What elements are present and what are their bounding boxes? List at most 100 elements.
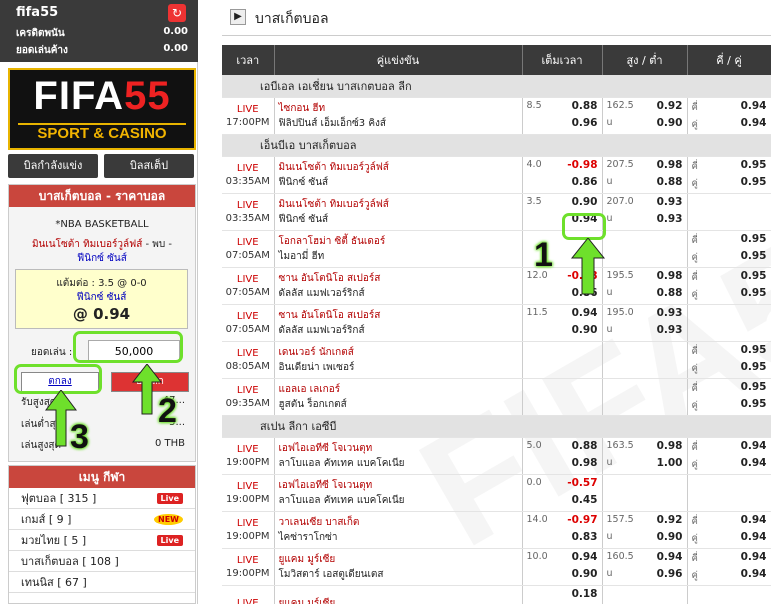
- odds-even[interactable]: 0.94: [741, 568, 767, 580]
- odds-home[interactable]: 0.94: [572, 551, 598, 563]
- ou-line: 195.5: [606, 269, 634, 281]
- teams-cell: มินเนโซต้า ทิมเบอร์วูล์ฟส์ ฟีนิกซ์ ซันส์: [274, 156, 523, 194]
- odds-away[interactable]: 0.90: [572, 324, 598, 336]
- sport-menu-item[interactable]: มวยไทย [ 5 ] Live: [9, 530, 195, 551]
- fulltime-cell: 8.5 0.88 0.96: [522, 97, 603, 135]
- odds-even[interactable]: 0.94: [741, 117, 767, 129]
- odds-over[interactable]: 0.93: [657, 196, 683, 208]
- odds-odd[interactable]: 0.95: [741, 381, 767, 393]
- odds-under[interactable]: 0.88: [657, 287, 683, 299]
- away-team: ฮูสตัน ร็อกเกตส์: [278, 398, 347, 410]
- sport-menu-item[interactable]: เกมส์ [ 9 ] NEW: [9, 509, 195, 530]
- odd-even-cell: คี่ คู่ 0.95 0.95: [687, 378, 771, 416]
- sport-menu-item[interactable]: เทนนิส [ 67 ]: [9, 572, 195, 593]
- even-label: คู่: [691, 532, 698, 544]
- over-under-cell: [602, 585, 688, 604]
- running-bets-button[interactable]: บิลกำลังแข่ง: [8, 154, 98, 178]
- odds-over[interactable]: 0.94: [657, 551, 683, 563]
- sport-menu-item-label: ฟุตบอล [ 315 ]: [21, 492, 97, 505]
- odds-odd[interactable]: 0.95: [741, 233, 767, 245]
- sport-menu-item[interactable]: ฟุตบอล [ 315 ] Live: [9, 488, 195, 509]
- over-under-cell: 162.5 u 0.92 0.90: [602, 97, 688, 135]
- odds-home[interactable]: 0.90: [572, 196, 598, 208]
- live-badge: Live: [156, 535, 183, 546]
- over-under-cell: 195.0 u 0.93 0.93: [602, 304, 688, 342]
- odds-home[interactable]: 0.94: [572, 307, 598, 319]
- odds-away[interactable]: 0.86: [572, 176, 598, 188]
- over-under-cell: 207.0 u 0.93 0.93: [602, 193, 688, 231]
- time-cell: LIVE 07:05AM: [222, 267, 275, 305]
- page-header: ▶ บาสเก็ตบอล: [222, 0, 771, 36]
- logo-sub-text: SPORT & CASINO: [18, 123, 186, 143]
- odds-even[interactable]: 0.95: [741, 250, 767, 262]
- odds-under[interactable]: 1.00: [657, 457, 683, 469]
- even-label: คู่: [691, 458, 698, 470]
- odds-even[interactable]: 0.95: [741, 361, 767, 373]
- odds-home[interactable]: 0.88: [572, 100, 598, 112]
- odds-home[interactable]: -0.97: [567, 514, 597, 526]
- odds-home[interactable]: 0.88: [572, 440, 598, 452]
- odds-odd[interactable]: 0.95: [741, 344, 767, 356]
- odds-over[interactable]: 0.93: [657, 307, 683, 319]
- live-label: LIVE: [236, 103, 259, 115]
- odds-away[interactable]: 0.90: [572, 568, 598, 580]
- odds-home[interactable]: 0.18: [572, 588, 598, 600]
- table-row: LIVE 09:35AM แอลเอ เลเกอร์ ฮูสตัน ร็อกเกตส์…: [222, 378, 771, 416]
- sport-menu-item-label: เทนนิส [ 67 ]: [21, 576, 87, 589]
- fulltime-cell: 5.0 0.88 0.98: [522, 437, 603, 475]
- match-time: 19:00PM: [226, 493, 270, 505]
- odds-away[interactable]: 0.96: [572, 117, 598, 129]
- fulltime-cell: 0.0 -0.57 0.45: [522, 474, 603, 512]
- odds-even[interactable]: 0.95: [741, 287, 767, 299]
- odds-over[interactable]: 0.92: [657, 514, 683, 526]
- odds-under[interactable]: 0.88: [657, 176, 683, 188]
- odds-odd[interactable]: 0.94: [741, 440, 767, 452]
- odds-under[interactable]: 0.96: [657, 568, 683, 580]
- odds-under[interactable]: 0.90: [657, 117, 683, 129]
- home-team: ซาน อันโตนิโอ สเปอร์ส: [278, 309, 381, 321]
- odds-over[interactable]: 0.98: [657, 440, 683, 452]
- match-time: 03:35AM: [225, 212, 270, 224]
- odds-even[interactable]: 0.95: [741, 176, 767, 188]
- under-label: u: [606, 323, 613, 335]
- odds-over[interactable]: 0.92: [657, 100, 683, 112]
- over-under-cell: 207.5 u 0.98 0.88: [602, 156, 688, 194]
- odds-odd[interactable]: 0.94: [741, 551, 767, 563]
- away-team: ลาโบแอล คัทเทค แบคโคเนีย: [278, 494, 405, 506]
- odds-odd[interactable]: 0.95: [741, 270, 767, 282]
- odds-away[interactable]: 0.83: [572, 531, 598, 543]
- parlay-bets-button[interactable]: บิลสเต็ป: [104, 154, 194, 178]
- bet-slip-sport: *NBA BASKETBALL: [55, 219, 149, 230]
- odds-away[interactable]: 0.98: [572, 457, 598, 469]
- refresh-icon[interactable]: ↻: [168, 4, 186, 22]
- odds-under[interactable]: 0.93: [657, 324, 683, 336]
- odds-even[interactable]: 0.95: [741, 398, 767, 410]
- sport-menu-item[interactable]: บาสเก็ตบอล [ 108 ]: [9, 551, 195, 572]
- odds-odd[interactable]: 0.94: [741, 514, 767, 526]
- over-under-cell: [602, 230, 688, 268]
- time-cell: LIVE 19:00PM: [222, 511, 275, 549]
- odds-over[interactable]: 0.98: [657, 159, 683, 171]
- odds-odd[interactable]: 0.95: [741, 159, 767, 171]
- even-label: คู่: [691, 362, 698, 374]
- sport-menu-item-label: บาสเก็ตบอล [ 108 ]: [21, 555, 119, 568]
- odds-home[interactable]: -0.98: [567, 159, 597, 171]
- bet-slip-away: ฟีนิกซ์ ซันส์: [77, 253, 127, 264]
- selected-odds: @ 0.94: [72, 305, 131, 323]
- fulltime-cell: 11.5 0.94 0.90: [522, 304, 603, 342]
- odds-even[interactable]: 0.94: [741, 457, 767, 469]
- sport-menu-item-label: มวยไทย [ 5 ]: [21, 534, 87, 547]
- odds-even[interactable]: 0.94: [741, 531, 767, 543]
- credit-value: 0.00: [163, 26, 188, 37]
- odds-table: เวลา คู่แข่งขัน เต็มเวลา สูง / ต่ำ คี่ /…: [222, 45, 771, 604]
- odds-under[interactable]: 0.90: [657, 531, 683, 543]
- odds-odd[interactable]: 0.94: [741, 100, 767, 112]
- ou-line: 195.0: [606, 306, 634, 318]
- odds-away[interactable]: 0.45: [572, 494, 598, 506]
- odds-home[interactable]: -0.57: [567, 477, 597, 489]
- odds-over[interactable]: 0.98: [657, 270, 683, 282]
- away-team: ฟีนิกซ์ ซันส์: [278, 213, 329, 225]
- odds-under[interactable]: 0.93: [657, 213, 683, 225]
- chevron-right-icon[interactable]: ▶: [230, 9, 246, 25]
- odd-even-cell: คี่ คู่ 0.94 0.94: [687, 97, 771, 135]
